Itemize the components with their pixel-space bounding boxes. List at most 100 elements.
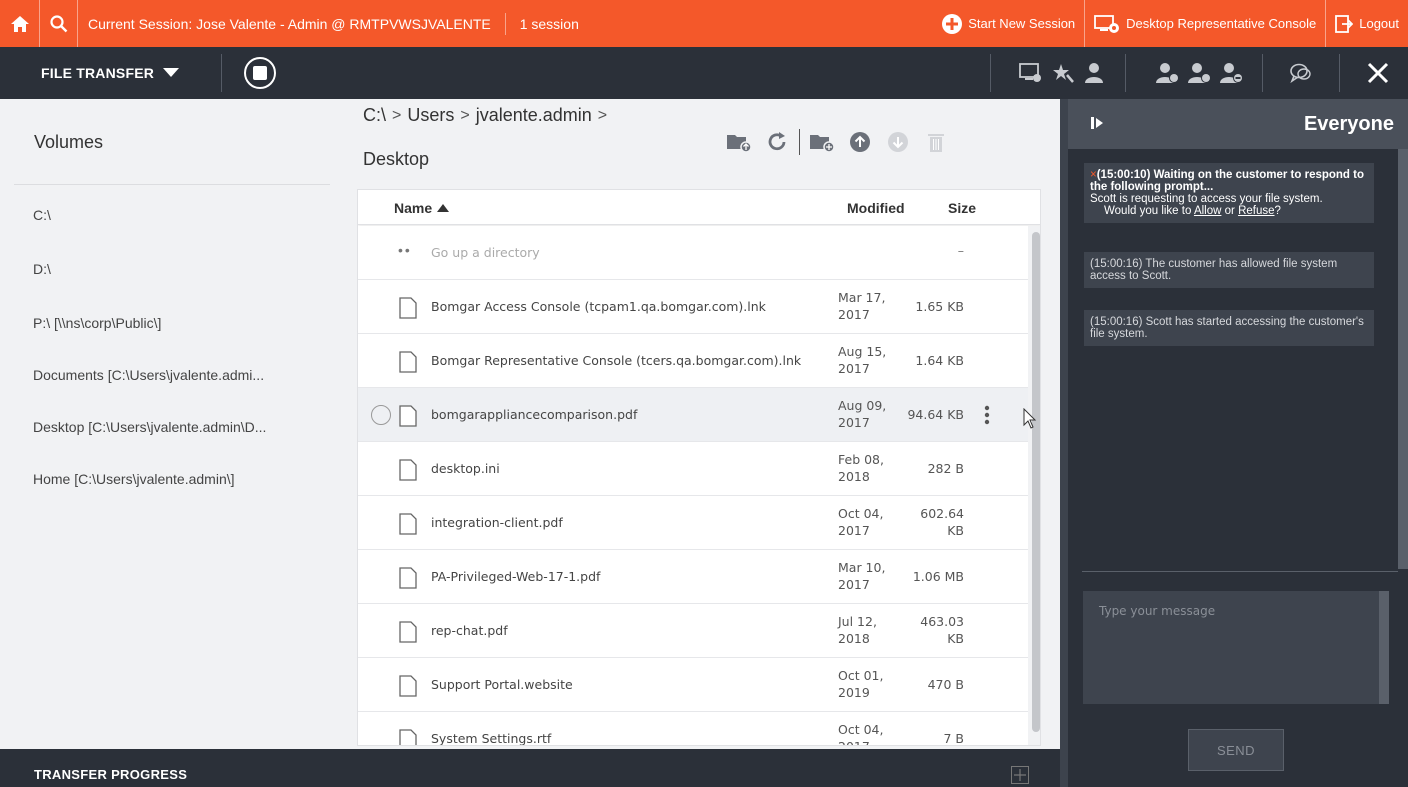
file-icon [399, 351, 417, 373]
folder-upload-icon [727, 135, 752, 152]
file-actions [723, 129, 958, 155]
desktop-console-button[interactable]: Desktop Representative Console [1084, 0, 1325, 47]
file-name: integration-client.pdf [431, 515, 563, 530]
user-info-button[interactable] [1079, 57, 1111, 89]
trash-icon [928, 134, 944, 152]
file-table: Name Modified Size •• Go up a directory … [357, 189, 1041, 746]
remove-user-button[interactable] [1216, 57, 1248, 89]
file-date: Aug 15, 2017 [838, 344, 887, 376]
top-bar: Current Session: Jose Valente - Admin @ … [0, 0, 1408, 47]
go-up-label: Go up a directory [431, 245, 540, 260]
screen-share-button[interactable] [1015, 57, 1047, 89]
table-row[interactable]: Bomgar Representative Console (tcers.qa.… [358, 334, 1028, 388]
new-folder-button[interactable] [806, 129, 838, 155]
file-name: PA-Privileged-Web-17-1.pdf [431, 569, 601, 584]
file-date: Oct 01, 2019 [838, 668, 884, 700]
download-button[interactable] [882, 129, 914, 155]
current-session-label: Current Session: Jose Valente - Admin @ … [88, 15, 491, 32]
invite-rep-button[interactable] [1152, 57, 1184, 89]
breadcrumb-separator: > [597, 106, 608, 124]
table-row[interactable]: Bomgar Access Console (tcpam1.qa.bomgar.… [358, 280, 1028, 334]
refresh-button[interactable] [761, 129, 793, 155]
volume-item[interactable]: Desktop [C:\Users\jvalente.admin\D... [33, 419, 323, 435]
allow-link[interactable]: Allow [1194, 205, 1221, 217]
table-row[interactable]: PA-Privileged-Web-17-1.pdf Mar 10, 2017 1… [358, 550, 1028, 604]
start-new-session-button[interactable]: Start New Session [933, 0, 1084, 47]
alert-icon: × [1090, 169, 1097, 181]
more-options-icon[interactable] [984, 405, 990, 425]
file-size: 470 B [927, 677, 964, 692]
file-icon [399, 567, 417, 589]
star-tools-icon [1053, 64, 1074, 83]
volume-item[interactable]: P:\ [\\ns\corp\Public\] [33, 315, 323, 331]
file-transfer-dropdown[interactable]: FILE TRANSFER [41, 65, 180, 81]
go-up-row[interactable]: •• Go up a directory – [358, 226, 1028, 280]
stop-button[interactable] [244, 57, 277, 89]
volume-item[interactable]: Documents [C:\Users\jvalente.admi... [33, 367, 323, 383]
logout-button[interactable]: Logout [1325, 0, 1408, 47]
transfer-progress-label: TRANSFER PROGRESS [34, 767, 188, 782]
send-button[interactable]: SEND [1188, 729, 1284, 771]
plus-circle-icon [942, 13, 963, 34]
table-row[interactable]: integration-client.pdf Oct 04, 2017 602.6… [358, 496, 1028, 550]
volume-item[interactable]: C:\ [33, 207, 323, 223]
table-row[interactable]: Support Portal.website Oct 01, 2019 470 B [358, 658, 1028, 712]
toolbar-divider [221, 54, 223, 92]
transfer-user-icon [1188, 63, 1211, 83]
session-count[interactable]: 1 session [504, 12, 579, 35]
chat-message: (15:00:16) The customer has allowed file… [1084, 252, 1374, 288]
file-name: rep-chat.pdf [431, 623, 508, 638]
file-browser: C:\ > Users > jvalente.admin > Desktop N… [355, 99, 1060, 749]
arrow-up-circle-icon [850, 132, 870, 152]
collapse-panel-icon[interactable] [1090, 116, 1104, 130]
file-icon [399, 297, 417, 319]
upload-folder-button[interactable] [723, 129, 755, 155]
message-text: (15:00:10) Waiting on the customer to re… [1090, 169, 1365, 193]
chat-bubbles-icon [1290, 63, 1311, 84]
table-row[interactable]: desktop.ini Feb 08, 2018 282 B [358, 442, 1028, 496]
modified-column-header[interactable]: Modified [847, 200, 905, 216]
expand-icon[interactable] [1011, 766, 1029, 784]
chat-header: Everyone [1068, 99, 1408, 149]
file-date: Aug 09, 2017 [838, 398, 887, 430]
table-row[interactable]: System Settings.rtf Oct 04,2017 7 B [358, 712, 1028, 745]
chat-scrollbar[interactable] [1398, 149, 1408, 569]
file-date: Oct 04,2017 [838, 506, 884, 538]
dots-icon: •• [398, 242, 412, 258]
delete-button[interactable] [920, 129, 952, 155]
name-column-header[interactable]: Name [394, 200, 450, 216]
volume-item[interactable]: D:\ [33, 261, 323, 277]
file-icon [399, 621, 417, 643]
scrollbar-thumb[interactable] [1032, 232, 1040, 732]
home-button[interactable] [0, 0, 40, 47]
toolbar-divider [1125, 54, 1126, 92]
actions-divider [799, 129, 800, 155]
breadcrumb-item[interactable]: Users [407, 105, 454, 126]
file-size: 1.65 KB [915, 299, 964, 314]
logout-icon [1335, 14, 1354, 33]
arrow-down-circle-icon [888, 132, 908, 152]
transfer-session-button[interactable] [1184, 57, 1216, 89]
stop-icon [253, 66, 268, 80]
chat-button[interactable] [1285, 57, 1317, 89]
breadcrumb-item[interactable]: jvalente.admin [476, 105, 592, 126]
table-row[interactable]: bomgarappliancecomparison.pdf Aug 09, 201… [358, 388, 1028, 442]
mouse-pointer-icon [1023, 408, 1037, 429]
file-icon [399, 513, 417, 535]
desktop-console-label: Desktop Representative Console [1126, 16, 1317, 31]
user-icon [1085, 63, 1103, 83]
breadcrumb-item[interactable]: C:\ [363, 105, 386, 126]
size-column-header[interactable]: Size [948, 200, 976, 216]
logout-label: Logout [1359, 16, 1399, 31]
refuse-link[interactable]: Refuse [1238, 205, 1274, 217]
volume-item[interactable]: Home [C:\Users\jvalente.admin\] [33, 471, 323, 487]
desktop-console-icon [1094, 14, 1120, 33]
special-tools-button[interactable] [1047, 57, 1079, 89]
upload-button[interactable] [844, 129, 876, 155]
row-select-radio[interactable] [371, 405, 391, 425]
chat-message-input[interactable]: Type your message [1083, 591, 1389, 704]
file-name: Bomgar Representative Console (tcers.qa.… [431, 353, 802, 368]
search-button[interactable] [40, 0, 78, 47]
table-row[interactable]: rep-chat.pdf Jul 12, 2018 463.03 KB [358, 604, 1028, 658]
close-session-button[interactable] [1362, 57, 1394, 89]
